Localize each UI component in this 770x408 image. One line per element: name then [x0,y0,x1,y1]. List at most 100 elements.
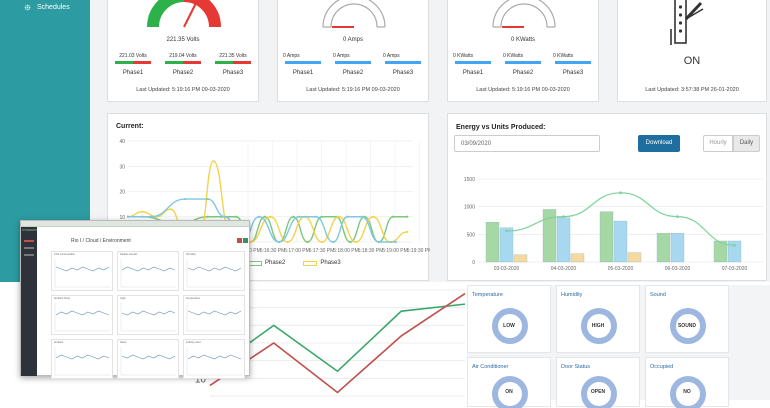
legend-swatch [303,260,318,266]
x-tick-label: 06-03-2020 [665,266,691,272]
mini-panel[interactable]: Activity count [183,339,245,379]
humidity-dial [581,308,617,344]
current-value: 0 Amps [342,37,363,43]
phase2-meter: 219.04 Volts Phase2 [163,53,203,76]
last-updated: Last Updated: 3:57:38 PM 26-01-2020 [645,87,739,93]
mini-panel[interactable]: Temperature [183,295,245,335]
y-tick-label: 500 [467,232,476,238]
phase3-meter: 221.35 Volts Phase3 [213,53,253,76]
trend-point [619,191,622,195]
x-tick-label: 5:17:00 PM [284,248,310,254]
mini-chart [120,259,176,288]
mini-panel[interactable]: Ambient [51,339,113,379]
switch-state: ON [683,55,701,67]
data-point [297,215,301,218]
mini-line [55,266,110,272]
data-point [349,240,352,244]
phase2-meter: 0 Amps Phase2 [333,53,373,76]
data-point [377,240,380,244]
temperature-dial [492,308,528,344]
status-value: HIGH [591,323,605,329]
mini-panel[interactable]: Noise [117,339,179,379]
mini-panel[interactable]: Humidity [183,251,245,291]
window-sidebar-item[interactable] [24,247,34,249]
bar [513,254,528,263]
window-action-button[interactable] [243,238,248,243]
voltage-gauge [147,0,221,28]
mini-chart [120,347,176,376]
bar [570,253,585,263]
x-tick-label: 5:19:00 PM [382,248,408,254]
mini-panel[interactable]: Light [117,295,179,335]
power-value: 0 KWatts [510,37,536,43]
status-value: LOW [503,323,515,329]
y-tick-label: 30 [119,164,125,170]
data-point [263,215,266,218]
y-tick-label: 1000 [464,205,475,211]
window-page-title: Rio I / Cloud / Environment [71,238,131,244]
mini-line [55,354,110,360]
phase1-meter: 221.03 Volts Phase1 [113,53,153,76]
x-tick-label: 04-03-2020 [551,266,577,272]
status-tile-sound[interactable]: Sound SOUND [645,285,729,353]
status-tile-humidity[interactable]: Humidity HIGH [556,285,640,353]
legend-item[interactable]: Phase2 [248,260,285,266]
power-gauge [492,0,556,28]
mini-chart [186,259,242,288]
data-point [406,230,409,233]
y-tick-label: 0 [472,260,475,266]
switch-card: ON Last Updated: 3:57:38 PM 26-01-2020 [617,0,767,102]
current-gauge [322,0,386,28]
data-point [391,215,395,218]
window-titlebar[interactable] [21,221,249,227]
y-tick-label: 1500 [464,177,475,183]
trend-point [676,215,679,219]
mini-chart [120,303,176,332]
bar [613,220,628,263]
mini-panel[interactable]: Particle counter [117,251,179,291]
bar [485,222,500,263]
data-point [126,215,130,218]
sidebar-item-schedules[interactable]: Schedules [0,0,90,11]
mini-chart [54,347,110,376]
gear-icon [24,4,31,11]
data-point [258,215,261,218]
x-tick-label: 5:17:30 PM [309,248,335,254]
mini-line [187,266,242,272]
y-tick-label: 20 [119,190,125,196]
legend-item[interactable]: Phase3 [303,260,341,266]
sidebar-item-label: Schedules [37,4,70,11]
energy-chart-card: Energy vs Units Produced: 03/09/2020 Dow… [447,113,767,281]
x-tick-label: 5:16:30 PM [260,248,286,254]
last-updated: Last Updated: 5:19:16 PM 09-03-2020 [476,87,570,93]
occupied-dial [670,376,706,408]
trend-point [562,215,565,219]
data-point [320,240,323,244]
mini-line [187,354,242,360]
mini-chart [54,303,110,332]
app-name: SYSTEMATICALLY [22,229,37,232]
air-conditioner-dial [492,376,528,408]
mini-chart [186,347,242,376]
data-point [394,240,397,244]
mini-panel[interactable]: CO2 concentration [51,251,113,291]
mini-line [55,310,110,316]
window-action-button[interactable] [237,238,242,243]
x-tick-label: 03-03-2020 [494,266,520,272]
window-sidebar-item[interactable] [24,240,34,242]
window-sidebar-item[interactable] [24,254,34,256]
last-updated: Last Updated: 5:19:16 PM 09-03-2020 [136,87,230,93]
status-value: SOUND [677,323,697,329]
data-point [286,240,289,244]
window-panels: CO2 concentration Particle counter Humidit… [51,251,249,379]
data-point [346,215,349,218]
overlay-window[interactable]: SYSTEMATICALLY Rio I / Cloud / Environme… [20,220,250,379]
data-point [212,160,215,163]
status-tile-temperature[interactable]: Temperature LOW [467,285,551,353]
data-point [183,197,187,201]
mini-panel[interactable]: Ambient Temp [51,295,113,335]
power-card: 0 KWatts 0 KWatts Phase1 0 KWatts Phase2… [447,0,599,102]
energy-chart: 1500 1000 500 0 03-03-2020 04-03-2020 05-03-20… [464,177,763,272]
mini-line [121,310,176,316]
data-point [354,240,358,244]
